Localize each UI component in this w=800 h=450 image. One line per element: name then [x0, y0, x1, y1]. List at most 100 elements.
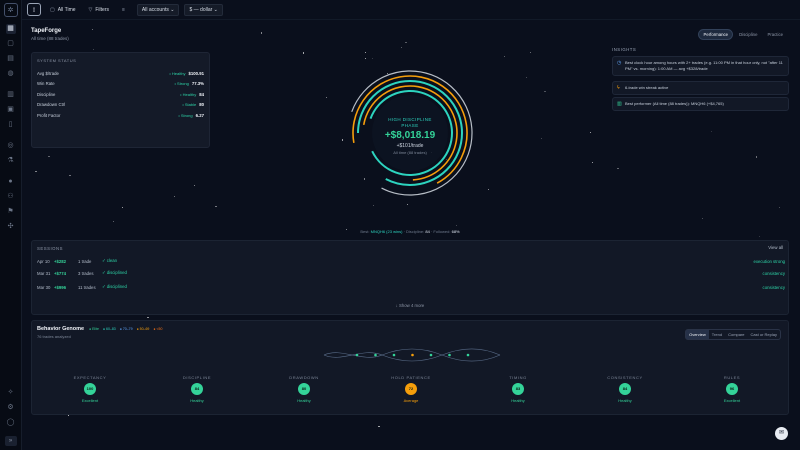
- genome-metric[interactable]: EXPECTANCY 100 Excellent: [55, 375, 125, 403]
- view-all-link[interactable]: View all: [768, 245, 783, 250]
- star: [488, 188, 490, 190]
- chart-icon: ▥: [617, 101, 622, 107]
- tab-performance[interactable]: Performance: [698, 29, 734, 40]
- metric-name: RULES: [723, 375, 741, 380]
- chevron-down-icon: ⌄: [213, 6, 218, 13]
- avatar[interactable]: ◯: [6, 418, 16, 428]
- session-row[interactable]: Mar 30 +$996 11 trades ✓ disciplined con…: [37, 282, 785, 292]
- session-row[interactable]: Mar 31 +$774 3 trades ✓ disciplined cons…: [37, 268, 785, 278]
- calendar-icon: ▢: [50, 6, 55, 13]
- status-name: Win Rate: [37, 81, 55, 87]
- status-tag: • Strong: [174, 81, 189, 87]
- metric-score: 100: [84, 383, 96, 395]
- helix-dot: [392, 353, 396, 357]
- star: [261, 32, 263, 34]
- genome-metric[interactable]: HOLD PATIENCE 72 Average: [376, 375, 446, 403]
- phase-label: HIGH DISCIPLINE PHASE: [388, 117, 432, 128]
- star: [215, 206, 217, 208]
- genome-metric[interactable]: DISCIPLINE 84 Healthy: [162, 375, 232, 403]
- settings-icon[interactable]: ⚙: [6, 403, 16, 413]
- metric-status: Healthy: [511, 398, 525, 403]
- genome-tabs: Overview Trend Compare Cast or Replay: [685, 329, 781, 340]
- metric-status: Healthy: [618, 398, 632, 403]
- genome-subtitle: 76 trades analyzed: [37, 334, 71, 339]
- view-options-icon[interactable]: ≡: [118, 4, 132, 16]
- filters-button[interactable]: ▽ Filters: [85, 4, 113, 16]
- session-status: ✓ clean: [102, 258, 118, 263]
- per-trade: +$101/trade: [396, 143, 424, 149]
- genome-metric[interactable]: CONSISTENCY 84 Healthy: [590, 375, 660, 403]
- star: [529, 52, 531, 54]
- star: [372, 204, 374, 206]
- genome-metric[interactable]: RULES 96 Excellent: [697, 375, 767, 403]
- session-tag: consistency: [762, 270, 785, 276]
- tab-discipline[interactable]: Discipline: [735, 30, 761, 39]
- flag-icon[interactable]: ⚑: [6, 207, 16, 217]
- filters-label: Filters: [95, 6, 109, 13]
- panel-icon: ▯: [32, 6, 36, 13]
- analytics-icon[interactable]: ▥: [6, 90, 16, 100]
- calendar-icon[interactable]: ▢: [6, 39, 16, 49]
- star: [193, 185, 195, 187]
- metric-status: Excellent: [81, 398, 99, 403]
- target-icon[interactable]: ◎: [6, 141, 16, 151]
- app-logo-icon[interactable]: ✲: [3, 3, 18, 17]
- insight-item[interactable]: ◷ Best clock hour among hours with 2+ tr…: [612, 56, 789, 76]
- sessions-label: SESSIONS: [37, 246, 63, 251]
- metric-name: DISCIPLINE: [182, 375, 212, 380]
- helix-dot: [411, 353, 414, 357]
- session-tag: execution strong: [753, 258, 785, 264]
- status-tag: • Healthy: [180, 91, 197, 97]
- star: [406, 204, 408, 206]
- show-more-button[interactable]: ↓ Show 4 more: [32, 303, 788, 308]
- session-status: ✓ disciplined: [102, 284, 127, 289]
- view-tabs: Performance Discipline Practice: [696, 29, 787, 40]
- clock-icon: ◷: [617, 60, 622, 66]
- star: [342, 139, 344, 141]
- people-icon[interactable]: ⚇: [6, 192, 16, 202]
- tab-cast-replay[interactable]: Cast or Replay: [748, 330, 780, 339]
- status-value: $100.91: [188, 70, 204, 76]
- tab-compare[interactable]: Compare: [725, 330, 747, 339]
- star: [405, 41, 407, 44]
- sidebar-toggle-button[interactable]: ▯: [27, 3, 41, 16]
- status-row: Avg $/trade • Healthy $100.91: [37, 68, 204, 79]
- notebook-icon[interactable]: ▣: [6, 105, 16, 115]
- insight-item[interactable]: ϟ 6-trade win streak active: [612, 81, 789, 95]
- session-row[interactable]: Apr 10 +$282 1 trade ✓ clean execution s…: [37, 256, 785, 266]
- metric-name: DRAWDOWN: [289, 375, 319, 380]
- session-trades: 3 trades: [78, 270, 94, 276]
- globe-icon[interactable]: ◍: [6, 69, 16, 79]
- star: [540, 137, 542, 140]
- range-button[interactable]: ▢ All Time: [46, 4, 80, 16]
- metric-status: Healthy: [190, 398, 204, 403]
- star: [401, 46, 403, 49]
- filter-icon: ▽: [88, 6, 93, 13]
- star: [147, 316, 149, 319]
- dashboard-icon[interactable]: ▦: [5, 23, 16, 34]
- tab-overview[interactable]: Overview: [686, 330, 709, 339]
- collapse-sidebar-button[interactable]: »: [4, 436, 17, 446]
- book-icon[interactable]: ▯: [6, 120, 16, 130]
- journal-icon[interactable]: ▤: [6, 54, 16, 64]
- accounts-select[interactable]: All accounts ⌄: [136, 3, 180, 16]
- currency-select[interactable]: $ — dollar ⌄: [184, 3, 223, 16]
- star: [701, 217, 704, 219]
- tab-trend[interactable]: Trend: [709, 330, 725, 339]
- genome-metric[interactable]: TIMING 83 Healthy: [483, 375, 553, 403]
- brain-icon[interactable]: ●: [6, 177, 16, 187]
- metric-score: 96: [726, 383, 738, 395]
- genome-metric[interactable]: DRAWDOWN 80 Healthy: [269, 375, 339, 403]
- insight-item[interactable]: ▥ Best performer (All time (88 trades)):…: [612, 97, 789, 111]
- chat-icon[interactable]: ✉: [775, 427, 788, 440]
- session-pnl: +$774: [54, 270, 67, 276]
- flask-icon[interactable]: ⚗: [6, 156, 16, 166]
- tab-practice[interactable]: Practice: [763, 30, 787, 39]
- helix-dot: [374, 353, 377, 357]
- metric-score: 84: [619, 383, 631, 395]
- status-value: 77.3%: [191, 81, 204, 87]
- tools-icon[interactable]: ✣: [6, 222, 16, 232]
- star: [590, 132, 592, 134]
- sparkle-icon[interactable]: ✧: [6, 388, 16, 398]
- star: [779, 207, 781, 209]
